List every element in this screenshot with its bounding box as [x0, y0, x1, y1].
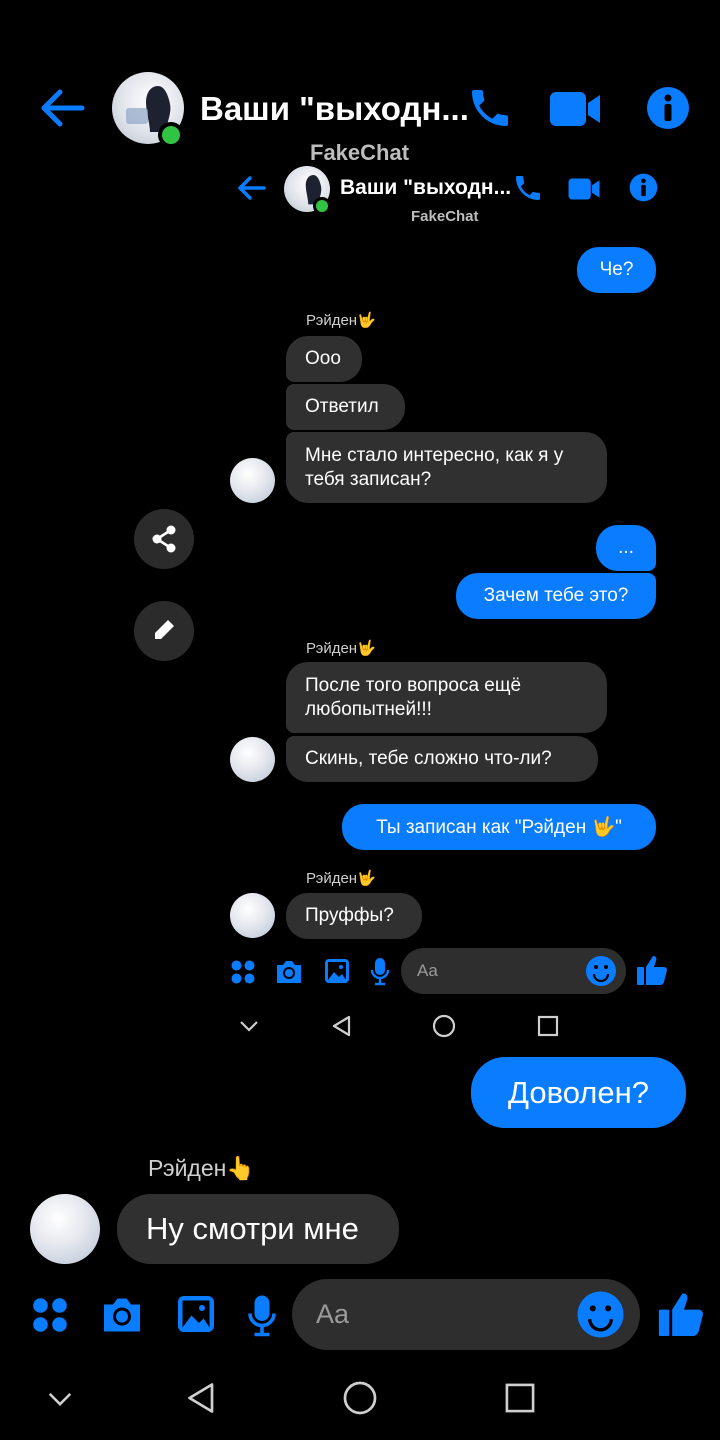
chat-title[interactable]: Ваши "выходн... — [200, 90, 469, 128]
inner-thumbs-up-icon[interactable] — [635, 953, 669, 987]
message-out-dovolen[interactable]: Доволен? — [471, 1057, 686, 1128]
online-status-dot — [158, 122, 184, 148]
inner-online-status-dot — [313, 197, 331, 215]
inner-nav-home-icon[interactable] — [431, 1013, 457, 1039]
message-in-skin[interactable]: Скинь, тебе сложно что-ли? — [286, 736, 598, 782]
inner-video-call-icon[interactable] — [566, 176, 602, 202]
video-call-icon[interactable] — [548, 88, 602, 130]
inner-nav-recents-icon[interactable] — [535, 1013, 561, 1039]
sender-avatar[interactable] — [230, 458, 275, 503]
info-icon[interactable] — [646, 86, 690, 130]
phone-call-icon[interactable] — [466, 84, 514, 132]
message-text: ... — [618, 537, 634, 558]
inner-message-input[interactable]: Aa — [401, 948, 626, 994]
inner-nav-back-icon[interactable] — [328, 1013, 354, 1039]
edit-button[interactable] — [134, 601, 194, 661]
apps-icon[interactable] — [31, 1296, 69, 1334]
message-text: Скинь, тебе сложно что-ли? — [305, 748, 552, 769]
nav-hide-keyboard-icon[interactable] — [42, 1382, 78, 1416]
inner-info-icon[interactable] — [629, 173, 658, 202]
sender-avatar[interactable] — [230, 893, 275, 938]
emoji-icon[interactable] — [576, 1290, 625, 1339]
inner-gallery-icon[interactable] — [323, 957, 351, 985]
share-icon — [152, 525, 176, 553]
message-text: Ооо — [305, 348, 341, 369]
message-text: Зачем тебе это? — [483, 585, 629, 606]
sender-name: Рэйден👆 — [148, 1155, 255, 1181]
inner-camera-icon[interactable] — [274, 958, 304, 986]
message-text: Че? — [599, 259, 634, 280]
message-text: Доволен? — [508, 1074, 649, 1110]
sender-name: Рэйден🤟 — [306, 640, 376, 657]
message-in-otvetil[interactable]: Ответил — [286, 384, 405, 430]
sender-avatar[interactable] — [30, 1194, 100, 1264]
message-in-interesno[interactable]: Мне стало интересно, как я у тебя записа… — [286, 432, 607, 503]
thumbs-up-icon[interactable] — [656, 1289, 706, 1339]
nav-back-icon[interactable] — [180, 1378, 220, 1418]
inner-nav-hide-keyboard-icon[interactable] — [236, 1015, 262, 1037]
inner-apps-icon[interactable] — [230, 959, 256, 985]
inner-emoji-icon[interactable] — [585, 955, 617, 987]
message-out-zachem[interactable]: Зачем тебе это? — [456, 573, 656, 619]
nav-home-icon[interactable] — [340, 1378, 380, 1418]
inner-chat-subtitle: FakeChat — [411, 208, 479, 225]
share-button[interactable] — [134, 509, 194, 569]
back-arrow-icon[interactable] — [38, 86, 86, 130]
sender-name: Рэйден🤟 — [306, 870, 376, 887]
sender-name: Рэйден🤟 — [306, 312, 376, 329]
camera-icon[interactable] — [99, 1294, 145, 1336]
input-placeholder: Aa — [316, 1299, 350, 1329]
message-text: После того вопроса ещё любопытней!!! — [305, 674, 522, 720]
microphone-icon[interactable] — [247, 1292, 277, 1338]
nav-recents-icon[interactable] — [500, 1378, 540, 1418]
message-in-posle[interactable]: После того вопроса ещё любопытней!!! — [286, 662, 607, 733]
message-out-zapisan[interactable]: Ты записан как "Рэйден 🤟" — [342, 804, 656, 850]
message-input[interactable]: Aa — [292, 1279, 640, 1350]
message-text: Мне стало интересно, как я у тебя записа… — [305, 444, 564, 490]
message-in-pruffy[interactable]: Пруффы? — [286, 893, 422, 939]
gallery-icon[interactable] — [175, 1293, 217, 1335]
chat-subtitle: FakeChat — [310, 140, 410, 165]
inner-phone-call-icon[interactable] — [512, 172, 544, 204]
message-out-dots[interactable]: ... — [596, 525, 656, 571]
sender-avatar[interactable] — [230, 737, 275, 782]
message-in-smotri[interactable]: Ну смотри мне — [117, 1194, 399, 1264]
message-in-ooo[interactable]: Ооо — [286, 336, 362, 382]
message-text: Ты записан как "Рэйден 🤟" — [376, 817, 622, 838]
message-text: Пруффы? — [305, 905, 394, 926]
message-text: Ну смотри мне — [146, 1211, 359, 1246]
pencil-icon — [155, 620, 174, 639]
input-placeholder: Aa — [417, 961, 438, 980]
inner-chat-title[interactable]: Ваши "выходн... — [340, 176, 511, 200]
inner-back-arrow-icon[interactable] — [236, 174, 266, 202]
message-out-che[interactable]: Че? — [577, 247, 656, 293]
inner-microphone-icon[interactable] — [370, 956, 390, 986]
message-text: Ответил — [305, 396, 379, 417]
